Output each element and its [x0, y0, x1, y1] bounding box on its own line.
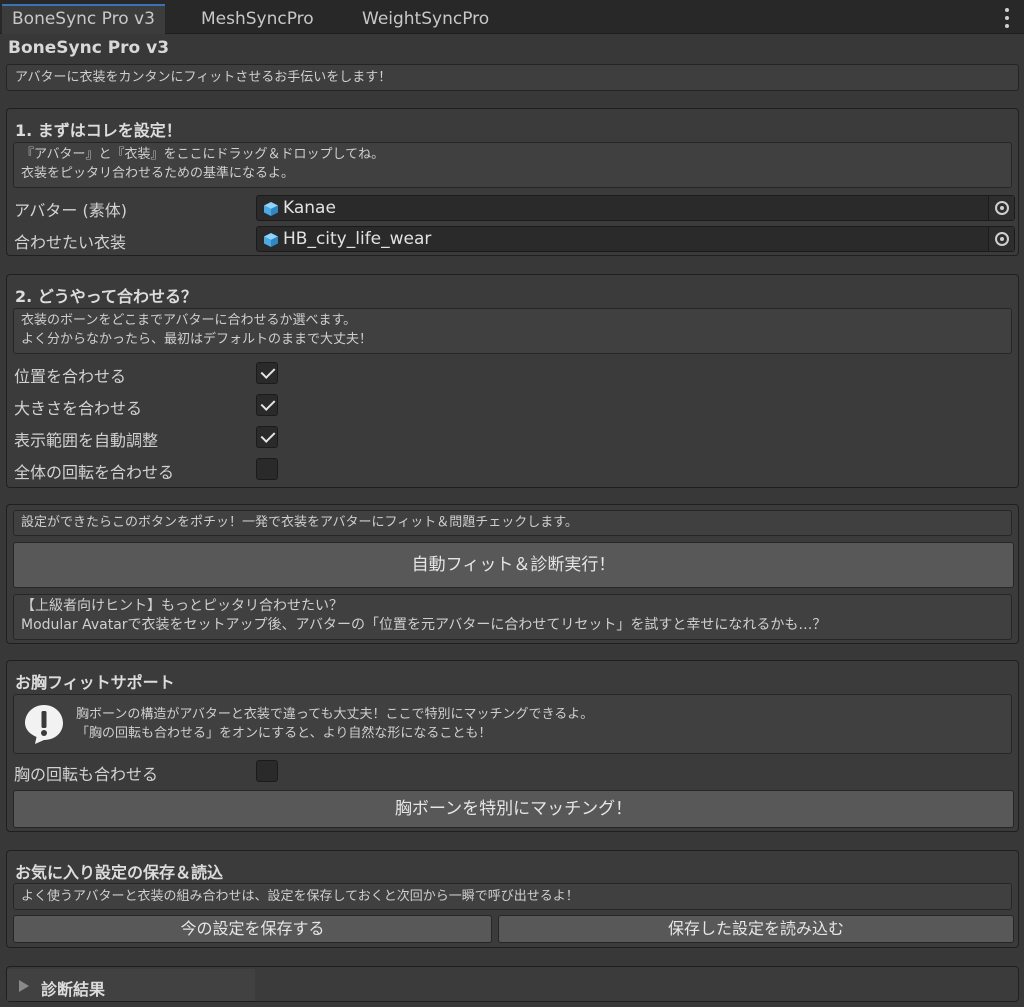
presets-help-box: よく使うアバターと衣装の組み合わせは、設定を保存しておくと次回から一瞬で呼び出せ…: [13, 883, 1012, 910]
diagnostics-foldout-label: 診断結果: [41, 980, 106, 999]
prefab-cube-icon: [264, 202, 278, 216]
setup-help-line-2: 衣装をピッタリ合わせるための基準になるよ。: [21, 166, 295, 181]
diagnostics-foldout[interactable]: 診断結果: [6, 966, 1019, 1002]
advanced-tip-box: 【上級者向けヒント】もっとピッタリ合わせたい？ Modular Avatarで衣…: [13, 594, 1012, 640]
fit-options-section: 2. どうやって合わせる？ 衣装のボーンをどこまでアバターに合わせるか選べます。…: [6, 274, 1019, 488]
run-section: 設定ができたらこのボタンをポチッ！一発で衣装をアバターにフィット＆問題チェックし…: [6, 504, 1019, 644]
chest-rotation-checkbox[interactable]: [256, 760, 278, 782]
presets-section: お気に入り設定の保存＆読込 よく使うアバターと衣装の組み合わせは、設定を保存して…: [6, 850, 1019, 948]
foldout-triangle-icon: [19, 980, 29, 992]
chest-bone-match-button[interactable]: 胸ボーンを特別にマッチング！: [13, 790, 1014, 828]
advanced-tip-line-1: 【上級者向けヒント】もっとピッタリ合わせたい？: [21, 598, 343, 614]
chest-fit-heading: お胸フィットサポート: [15, 673, 175, 692]
match-scale-checkbox[interactable]: [256, 394, 278, 416]
fit-options-help-box: 衣装のボーンをどこまでアバターに合わせるか選べます。 よく分からなかったら、最初…: [13, 308, 1012, 354]
run-help-box: 設定ができたらこのボタンをポチッ！一発で衣装をアバターにフィット＆問題チェックし…: [13, 510, 1012, 536]
costume-picker-button[interactable]: [988, 227, 1014, 251]
chest-rotation-label: 胸の回転も合わせる: [14, 765, 159, 784]
match-position-label: 位置を合わせる: [14, 367, 127, 386]
diagnostics-foldout-header[interactable]: 診断結果: [7, 969, 255, 1001]
auto-bounds-label: 表示範囲を自動調整: [14, 431, 159, 450]
advanced-tip-line-2: Modular Avatarで衣装をセットアップ後、アバターの「位置を元アバター…: [21, 617, 827, 633]
load-settings-button[interactable]: 保存した設定を読み込む: [498, 915, 1014, 943]
fit-options-heading: 2. どうやって合わせる？: [15, 287, 197, 306]
avatar-field-value: Kanae: [283, 198, 336, 218]
tab-weightsyncpro[interactable]: WeightSyncPro: [352, 4, 499, 34]
presets-heading: お気に入り設定の保存＆読込: [15, 863, 224, 882]
costume-field-label: 合わせたい衣装: [14, 233, 127, 252]
save-settings-button[interactable]: 今の設定を保存する: [13, 915, 492, 943]
avatar-field-label: アバター (素体): [14, 201, 127, 220]
kebab-menu-icon[interactable]: [1002, 8, 1012, 28]
costume-field-value: HB_city_life_wear: [283, 229, 432, 249]
match-position-checkbox[interactable]: [256, 362, 278, 384]
tab-bonesync-pro[interactable]: BoneSync Pro v3: [2, 4, 165, 34]
setup-help-line-1: 『アバター』と『衣装』をここにドラッグ＆ドロップしてね。: [21, 147, 385, 162]
warning-exclamation-icon: [25, 705, 63, 744]
match-rotation-label: 全体の回転を合わせる: [14, 463, 175, 482]
chest-fit-section: お胸フィットサポート 胸ボーンの構造がアバターと衣装で違っても大丈夫！ここで特別…: [6, 660, 1019, 832]
costume-object-field[interactable]: HB_city_life_wear: [256, 226, 1015, 252]
page-title: BoneSync Pro v3: [8, 38, 170, 58]
fit-options-help-line-1: 衣装のボーンをどこまでアバターに合わせるか選べます。: [21, 313, 357, 328]
auto-fit-diagnose-button[interactable]: 自動フィット＆診断実行！: [13, 542, 1014, 588]
intro-help-box: アバターに衣装をカンタンにフィットさせるお手伝いをします！: [6, 64, 1019, 91]
fit-options-help-line-2: よく分からなかったら、最初はデフォルトのままで大丈夫！: [21, 332, 373, 347]
tab-meshsyncpro[interactable]: MeshSyncPro: [191, 4, 324, 34]
auto-bounds-checkbox[interactable]: [256, 426, 278, 448]
chest-warning-line-2: 「胸の回転も合わせる」をオンにすると、より自然な形になることも！: [76, 726, 492, 741]
window-tab-bar: BoneSync Pro v3 MeshSyncPro WeightSyncPr…: [0, 0, 1024, 34]
match-scale-label: 大きさを合わせる: [14, 399, 143, 418]
prefab-cube-icon: [264, 233, 278, 247]
chest-warning-line-1: 胸ボーンの構造がアバターと衣装で違っても大丈夫！ここで特別にマッチングできるよ。: [76, 707, 594, 722]
avatar-picker-button[interactable]: [988, 196, 1014, 220]
object-picker-dot: [1000, 206, 1004, 210]
avatar-object-field[interactable]: Kanae: [256, 195, 1015, 221]
setup-section: 1. まずはコレを設定！ 『アバター』と『衣装』をここにドラッグ＆ドロップしてね…: [6, 108, 1019, 256]
chest-warning-box: 胸ボーンの構造がアバターと衣装で違っても大丈夫！ここで特別にマッチングできるよ。…: [13, 694, 1012, 754]
setup-help-box: 『アバター』と『衣装』をここにドラッグ＆ドロップしてね。 衣装をピッタリ合わせる…: [13, 142, 1012, 188]
match-rotation-checkbox[interactable]: [256, 458, 278, 480]
object-picker-dot: [1000, 237, 1004, 241]
setup-heading: 1. まずはコレを設定！: [15, 121, 182, 140]
